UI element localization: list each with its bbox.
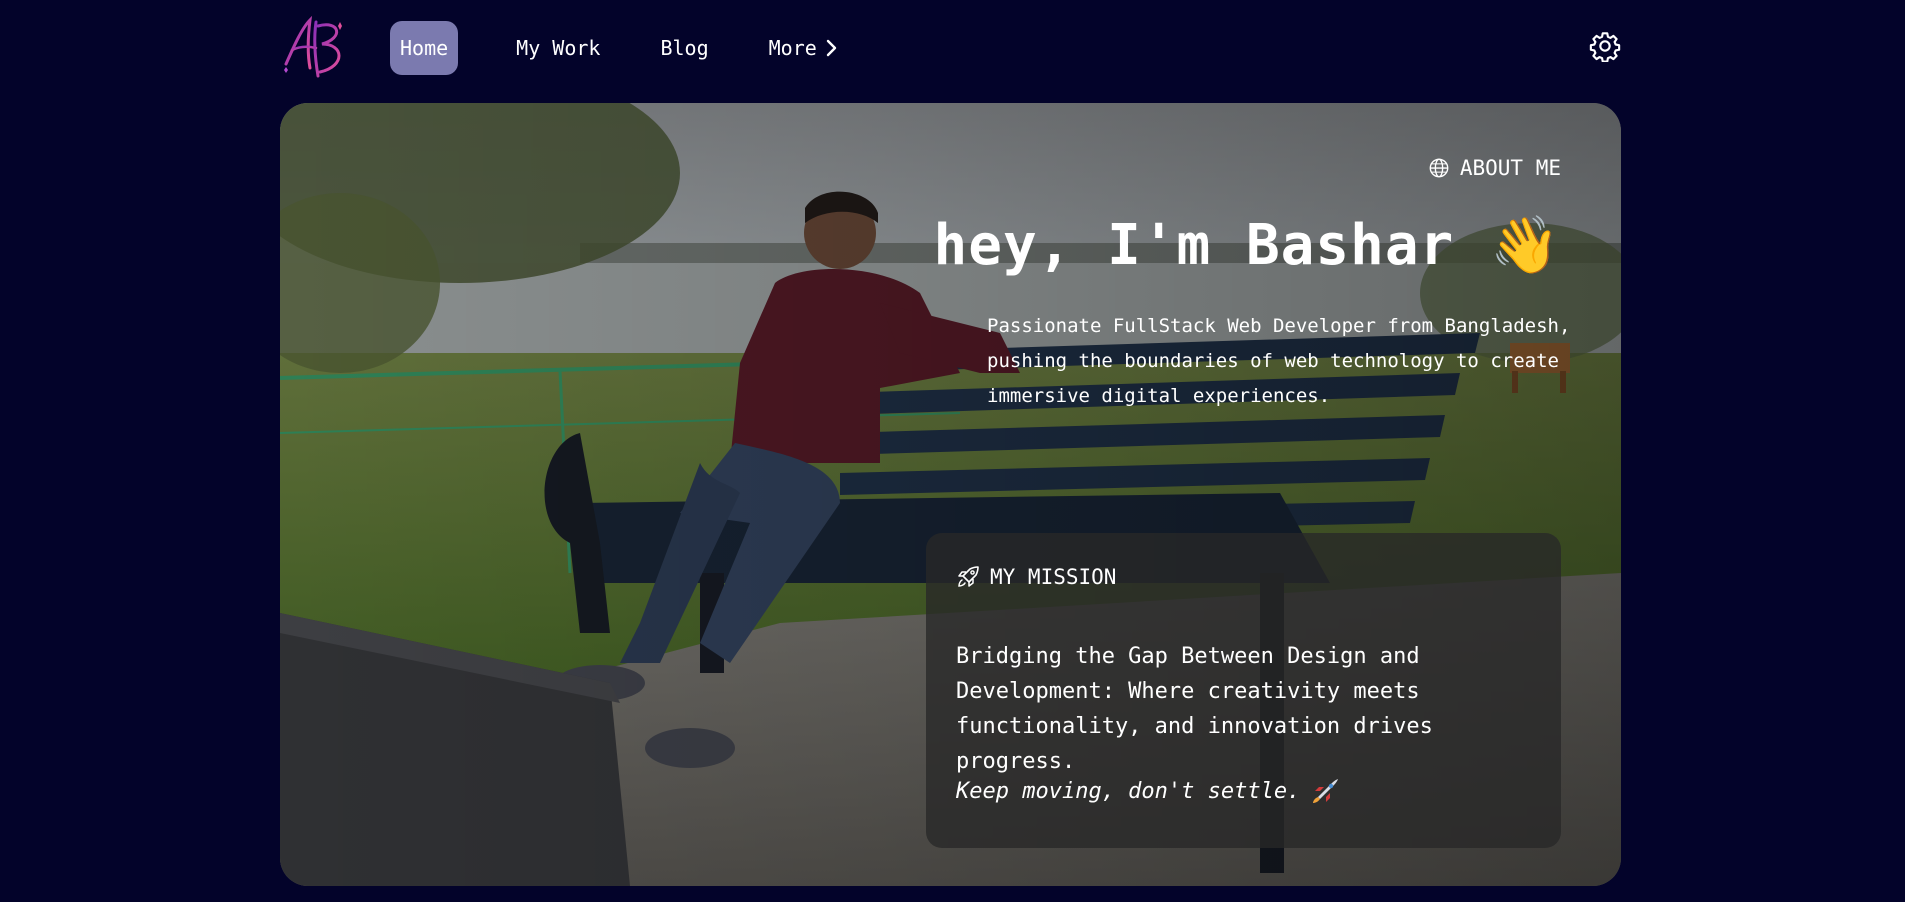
waving-hand-icon: 👋: [1490, 212, 1561, 278]
hero-description: Passionate FullStack Web Developer from …: [987, 315, 1571, 407]
page: Home My Work Blog More ABOUT ME hey, I'm…: [0, 0, 1905, 902]
site-logo[interactable]: [280, 15, 350, 80]
nav-links: Home My Work Blog More: [390, 21, 871, 75]
mission-text: Bridging the Gap Between Design and Deve…: [956, 644, 1433, 774]
settings-button[interactable]: [1589, 30, 1621, 63]
nav-blog-label: Blog: [660, 36, 709, 60]
hero-heading: hey, I'm Bashar 👋: [934, 213, 1561, 278]
nav-more[interactable]: More: [759, 21, 849, 75]
mission-quote-text: Keep moving, don't settle.: [956, 778, 1301, 804]
mission-heading: MY MISSION: [956, 565, 1116, 589]
rocket-emoji-icon: [1313, 779, 1339, 803]
nav-my-work-label: My Work: [516, 36, 601, 60]
mission-heading-text: MY MISSION: [990, 565, 1117, 589]
logo-icon: [284, 15, 342, 78]
globe-icon: [1429, 158, 1449, 178]
section-label: ABOUT ME: [1428, 156, 1561, 180]
nav-more-label: More: [768, 36, 817, 60]
chevron-right-icon: [826, 39, 837, 57]
gear-icon: [1589, 32, 1621, 63]
nav-home[interactable]: Home: [390, 21, 459, 75]
nav-my-work[interactable]: My Work: [506, 21, 610, 75]
rocket-icon: [958, 566, 979, 587]
about-hero: ABOUT ME hey, I'm Bashar 👋 Passionate Fu…: [280, 103, 1621, 886]
nav-home-label: Home: [400, 36, 449, 60]
mission-card: MY MISSION Bridging the Gap Between Desi…: [926, 533, 1561, 848]
mission-quote: Keep moving, don't settle.: [956, 777, 1340, 805]
section-label-text: ABOUT ME: [1459, 156, 1561, 180]
top-navigation: Home My Work Blog More: [280, 15, 1621, 80]
hero-heading-text: hey, I'm Bashar: [933, 213, 1455, 278]
nav-blog[interactable]: Blog: [650, 21, 718, 75]
